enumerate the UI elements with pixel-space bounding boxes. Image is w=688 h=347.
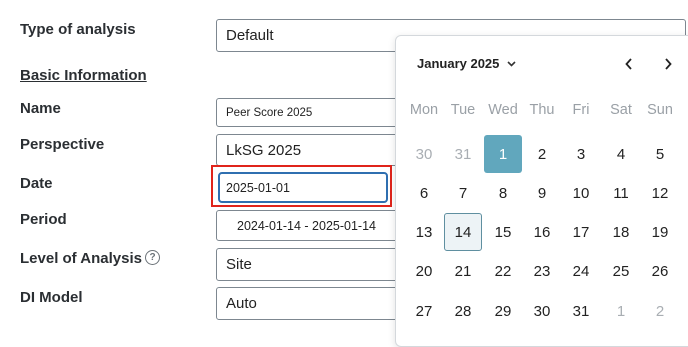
calendar-day[interactable]: 29 [484, 292, 522, 330]
calendar-day[interactable]: 16 [523, 213, 561, 251]
calendar-day[interactable]: 1 [602, 292, 640, 330]
calendar-day[interactable]: 17 [562, 213, 600, 251]
next-month-button[interactable] [664, 52, 672, 75]
calendar-day[interactable]: 4 [602, 135, 640, 173]
calendar-day[interactable]: 18 [602, 213, 640, 251]
weekday-header: Thu [529, 102, 555, 118]
calendar-day[interactable]: 30 [523, 292, 561, 330]
chevron-right-icon [665, 58, 672, 70]
period-value: 2024-01-14 - 2025-01-14 [237, 218, 376, 233]
calendar-day[interactable]: 20 [405, 252, 443, 290]
calendar-day[interactable]: 27 [405, 292, 443, 330]
calendar-day[interactable]: 7 [444, 174, 482, 212]
basic-information-heading: Basic Information [20, 67, 147, 84]
calendar-day[interactable]: 13 [405, 213, 443, 251]
date-value: 2025-01-01 [226, 180, 290, 195]
calendar-day[interactable]: 24 [562, 252, 600, 290]
chevron-down-icon [507, 60, 516, 67]
calendar-day[interactable]: 8 [484, 174, 522, 212]
period-label: Period [20, 211, 67, 228]
date-picker-popup: January 2025 Mon Tue Wed Thu Fri Sat Sun 30 31 1… [395, 35, 688, 347]
calendar-day[interactable]: 23 [523, 252, 561, 290]
previous-month-button[interactable] [625, 52, 633, 75]
name-value: Peer Score 2025 [226, 106, 313, 119]
calendar-day[interactable]: 21 [444, 252, 482, 290]
calendar-day[interactable]: 15 [484, 213, 522, 251]
perspective-label: Perspective [20, 136, 105, 153]
calendar-day[interactable]: 31 [444, 135, 482, 173]
calendar-day[interactable]: 2 [641, 292, 679, 330]
type-of-analysis-value: Default [226, 27, 274, 44]
calendar-day[interactable]: 22 [484, 252, 522, 290]
weekday-header: Mon [409, 102, 439, 118]
calendar-day[interactable]: 11 [602, 174, 640, 212]
di-model-label: DI Model [20, 289, 83, 306]
month-select[interactable]: January 2025 [417, 56, 516, 71]
di-model-select[interactable]: Auto [216, 287, 398, 320]
perspective-select[interactable]: LkSG 2025 [216, 134, 398, 166]
calendar-day[interactable]: 3 [562, 135, 600, 173]
perspective-value: LkSG 2025 [226, 141, 302, 159]
weekday-header: Fri [572, 102, 590, 118]
calendar-day[interactable]: 12 [641, 174, 679, 212]
weekday-header: Sun [647, 102, 673, 118]
name-input[interactable]: Peer Score 2025 [216, 98, 398, 127]
name-label: Name [20, 100, 61, 117]
di-model-value: Auto [226, 295, 257, 312]
period-input[interactable]: 2024-01-14 - 2025-01-14 [216, 210, 398, 241]
calendar-day[interactable]: 6 [405, 174, 443, 212]
calendar-day[interactable]: 14 [444, 213, 482, 251]
date-input[interactable]: 2025-01-01 [218, 172, 388, 203]
help-icon[interactable]: ? [145, 250, 160, 265]
month-label: January 2025 [417, 56, 500, 71]
calendar-day[interactable]: 10 [562, 174, 600, 212]
level-of-analysis-label: Level of Analysis [20, 250, 142, 267]
calendar-day[interactable]: 30 [405, 135, 443, 173]
calendar-day[interactable]: 26 [641, 252, 679, 290]
calendar-day[interactable]: 9 [523, 174, 561, 212]
level-of-analysis-value: Site [226, 256, 252, 273]
calendar-day[interactable]: 25 [602, 252, 640, 290]
calendar-day[interactable]: 19 [641, 213, 679, 251]
date-label: Date [20, 175, 53, 192]
weekday-header: Wed [488, 102, 518, 118]
type-of-analysis-label: Type of analysis [20, 21, 136, 38]
weekday-header: Sat [610, 102, 632, 118]
calendar-day[interactable]: 2 [523, 135, 561, 173]
calendar-day[interactable]: 28 [444, 292, 482, 330]
calendar-day[interactable]: 1 [484, 135, 522, 173]
weekday-header: Tue [450, 102, 476, 118]
level-of-analysis-select[interactable]: Site [216, 248, 398, 281]
calendar-day[interactable]: 5 [641, 135, 679, 173]
chevron-left-icon [625, 58, 632, 70]
calendar-day[interactable]: 31 [562, 292, 600, 330]
